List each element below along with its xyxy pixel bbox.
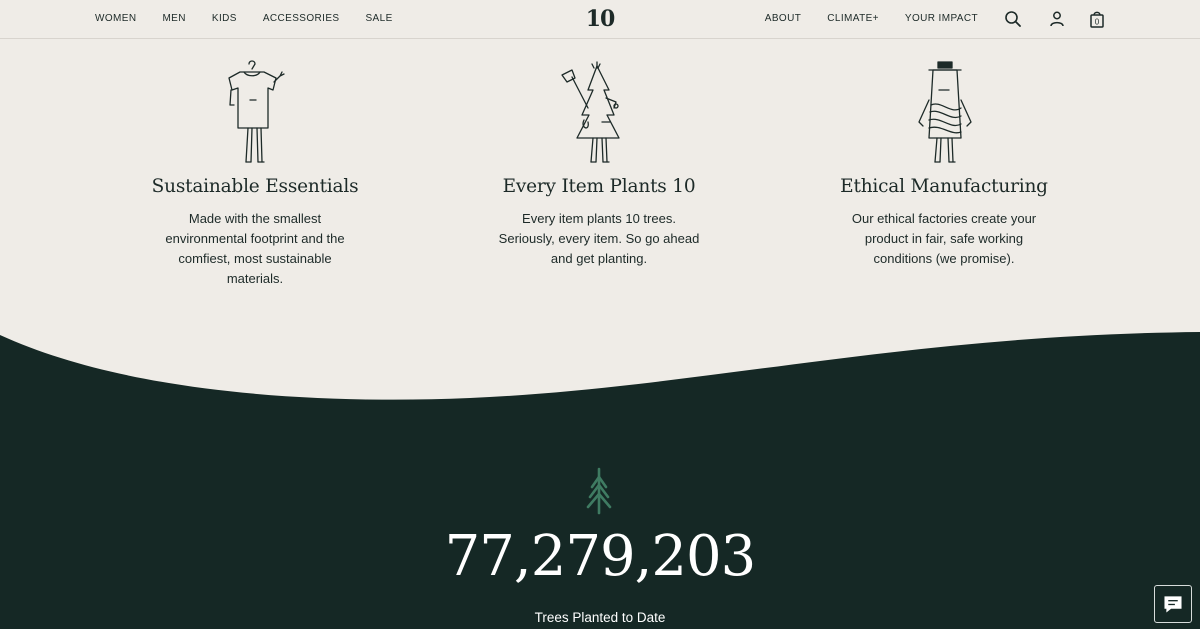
tree-icon <box>586 467 612 515</box>
brand-logo[interactable]: 10 <box>582 6 618 32</box>
tree-character-icon <box>561 61 620 163</box>
feature-text: Every item plants 10 trees. Seriously, e… <box>498 211 700 266</box>
nav-sale[interactable]: SALE <box>365 13 392 24</box>
search-icon[interactable] <box>1003 9 1023 29</box>
trees-planted-count: 77,279,203 <box>444 524 757 589</box>
feature-sustainable: Sustainable Essentials Made with the sma… <box>105 60 405 289</box>
secondary-nav: ABOUT CLIMATE+ YOUR IMPACT <box>739 13 978 24</box>
cart-count: 0 <box>1095 18 1100 27</box>
nav-your-impact[interactable]: YOUR IMPACT <box>905 13 978 24</box>
feature-title: Every Item Plants 10 <box>502 176 696 197</box>
feature-text: Made with the smallest environmental foo… <box>165 211 345 286</box>
chat-button[interactable] <box>1154 585 1192 623</box>
thread-spool-character-icon <box>918 61 972 163</box>
tshirt-character-icon <box>228 60 285 163</box>
cart-button[interactable]: 0 <box>1087 9 1107 29</box>
trees-planted-label: Trees Planted to Date <box>534 610 666 625</box>
feature-title: Sustainable Essentials <box>151 176 359 197</box>
main-nav: WOMEN MEN KIDS ACCESSORIES SALE <box>95 13 419 24</box>
nav-accessories[interactable]: ACCESSORIES <box>263 13 340 24</box>
feature-title: Ethical Manufacturing <box>840 176 1048 197</box>
chat-icon <box>1164 596 1182 613</box>
nav-climate[interactable]: CLIMATE+ <box>827 13 879 24</box>
feature-ethical: Ethical Manufacturing Our ethical factor… <box>794 60 1094 269</box>
nav-about[interactable]: ABOUT <box>765 13 801 24</box>
cart-icon: 0 <box>1090 11 1104 28</box>
site-header: WOMEN MEN KIDS ACCESSORIES SALE 10 ABOUT… <box>0 0 1200 39</box>
feature-plants-10: Every Item Plants 10 Every item plants 1… <box>449 60 749 269</box>
feature-text: Our ethical factories create your produc… <box>851 211 1037 266</box>
nav-women[interactable]: WOMEN <box>95 13 136 24</box>
account-icon[interactable] <box>1047 9 1067 29</box>
nav-kids[interactable]: KIDS <box>212 13 237 24</box>
nav-men[interactable]: MEN <box>162 13 185 24</box>
